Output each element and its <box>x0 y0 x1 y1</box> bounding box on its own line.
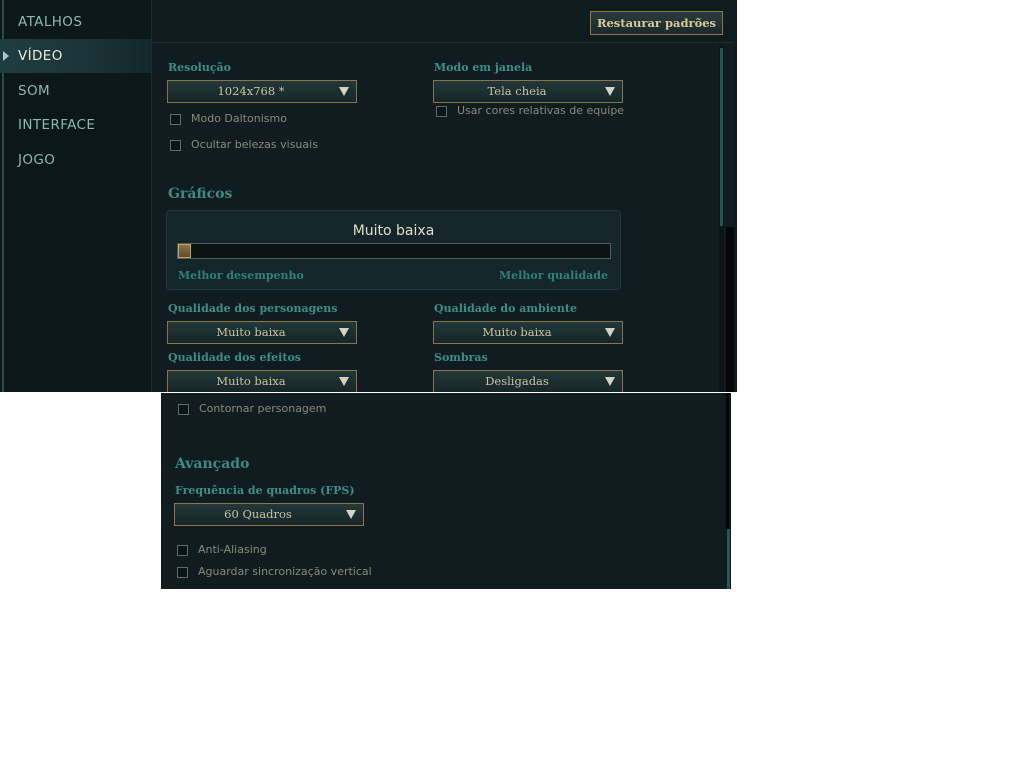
settings-sidebar: ATALHOS VÍDEO SOM INTERFACE JOGO <box>0 0 152 392</box>
effects-quality-dropdown[interactable]: Muito baixa <box>167 370 357 392</box>
scrollbar-thumb[interactable] <box>727 529 730 589</box>
character-quality-dropdown[interactable]: Muito baixa <box>167 321 357 344</box>
chevron-down-icon <box>605 328 615 337</box>
resolution-dropdown[interactable]: 1024x768 * <box>167 80 357 103</box>
scrollbar-gap <box>726 393 729 529</box>
chevron-down-icon <box>346 510 356 519</box>
chevron-down-icon <box>339 87 349 96</box>
dropdown-value: 1024x768 * <box>217 84 285 98</box>
sidebar-item-label: INTERFACE <box>18 117 96 133</box>
chevron-down-icon <box>339 328 349 337</box>
graphics-preset-box: Muito baixa Melhor desempenho Melhor qua… <box>166 210 621 290</box>
sidebar-item-label: JOGO <box>18 152 56 168</box>
checkbox-label: Anti-Aliasing <box>198 543 267 556</box>
checkbox-box[interactable] <box>170 140 181 151</box>
checkbox-label: Aguardar sincronização vertical <box>198 565 372 578</box>
slider-handle[interactable] <box>178 244 191 258</box>
checkbox-box[interactable] <box>177 545 188 556</box>
resolution-label: Resolução <box>168 61 232 74</box>
window-mode-label: Modo em janela <box>434 61 533 74</box>
sidebar-item-label: VÍDEO <box>18 48 63 64</box>
environment-quality-dropdown[interactable]: Muito baixa <box>433 321 623 344</box>
chevron-down-icon <box>339 377 349 386</box>
dropdown-value: Tela cheia <box>487 84 547 98</box>
dropdown-value: 60 Quadros <box>224 507 292 521</box>
advanced-section-title: Avançado <box>175 456 250 472</box>
chevron-down-icon <box>605 377 615 386</box>
sidebar-item-video[interactable]: VÍDEO <box>0 39 151 73</box>
sidebar-item-label: ATALHOS <box>18 14 83 30</box>
checkbox-label: Ocultar belezas visuais <box>191 138 318 151</box>
effects-quality-label: Qualidade dos efeitos <box>168 351 301 364</box>
restore-defaults-button[interactable]: Restaurar padrões <box>590 11 723 35</box>
checkbox-label: Modo Daltonismo <box>191 112 287 125</box>
checkbox-box[interactable] <box>177 567 188 578</box>
sidebar-item-jogo[interactable]: JOGO <box>0 143 151 177</box>
sidebar-item-atalhos[interactable]: ATALHOS <box>0 5 151 39</box>
performance-hint: Melhor desempenho <box>178 269 304 282</box>
graphics-section-title: Gráficos <box>168 186 233 202</box>
sidebar-item-label: SOM <box>18 83 51 99</box>
fps-dropdown[interactable]: 60 Quadros <box>174 503 364 526</box>
shadows-label: Sombras <box>434 351 488 364</box>
checkbox-label: Contornar personagem <box>199 402 327 415</box>
graphics-slider[interactable] <box>177 243 611 259</box>
shadows-dropdown[interactable]: Desligadas <box>433 370 623 392</box>
settings-panel-lower: Contornar personagem Avançado Frequência… <box>161 393 731 589</box>
checkbox-box[interactable] <box>178 404 189 415</box>
fps-label: Frequência de quadros (FPS) <box>175 484 355 497</box>
chevron-down-icon <box>605 87 615 96</box>
dropdown-value: Muito baixa <box>482 325 552 339</box>
quality-hint: Melhor qualidade <box>499 269 608 282</box>
checkbox-label: Usar cores relativas de equipe <box>457 104 625 117</box>
sidebar-item-som[interactable]: SOM <box>0 74 151 108</box>
graphics-preset-value: Muito baixa <box>352 223 435 239</box>
dropdown-value: Muito baixa <box>216 325 286 339</box>
settings-window: ATALHOS VÍDEO SOM INTERFACE JOGO Restaur… <box>0 0 737 392</box>
dropdown-value: Muito baixa <box>216 374 286 388</box>
scrollbar-gap <box>726 227 734 392</box>
active-arrow-icon <box>3 51 9 61</box>
window-mode-dropdown[interactable]: Tela cheia <box>433 80 623 103</box>
panel-header: Restaurar padrões <box>152 0 734 43</box>
video-settings-panel: Restaurar padrões Resolução 1024x768 * M… <box>152 0 734 392</box>
environment-quality-label: Qualidade do ambiente <box>434 302 577 315</box>
scrollbar-thumb[interactable] <box>720 48 723 226</box>
sidebar-item-interface[interactable]: INTERFACE <box>0 108 151 142</box>
dropdown-value: Desligadas <box>485 374 549 388</box>
checkbox-box[interactable] <box>170 114 181 125</box>
checkbox-box[interactable] <box>436 106 447 117</box>
character-quality-label: Qualidade dos personagens <box>168 302 338 315</box>
